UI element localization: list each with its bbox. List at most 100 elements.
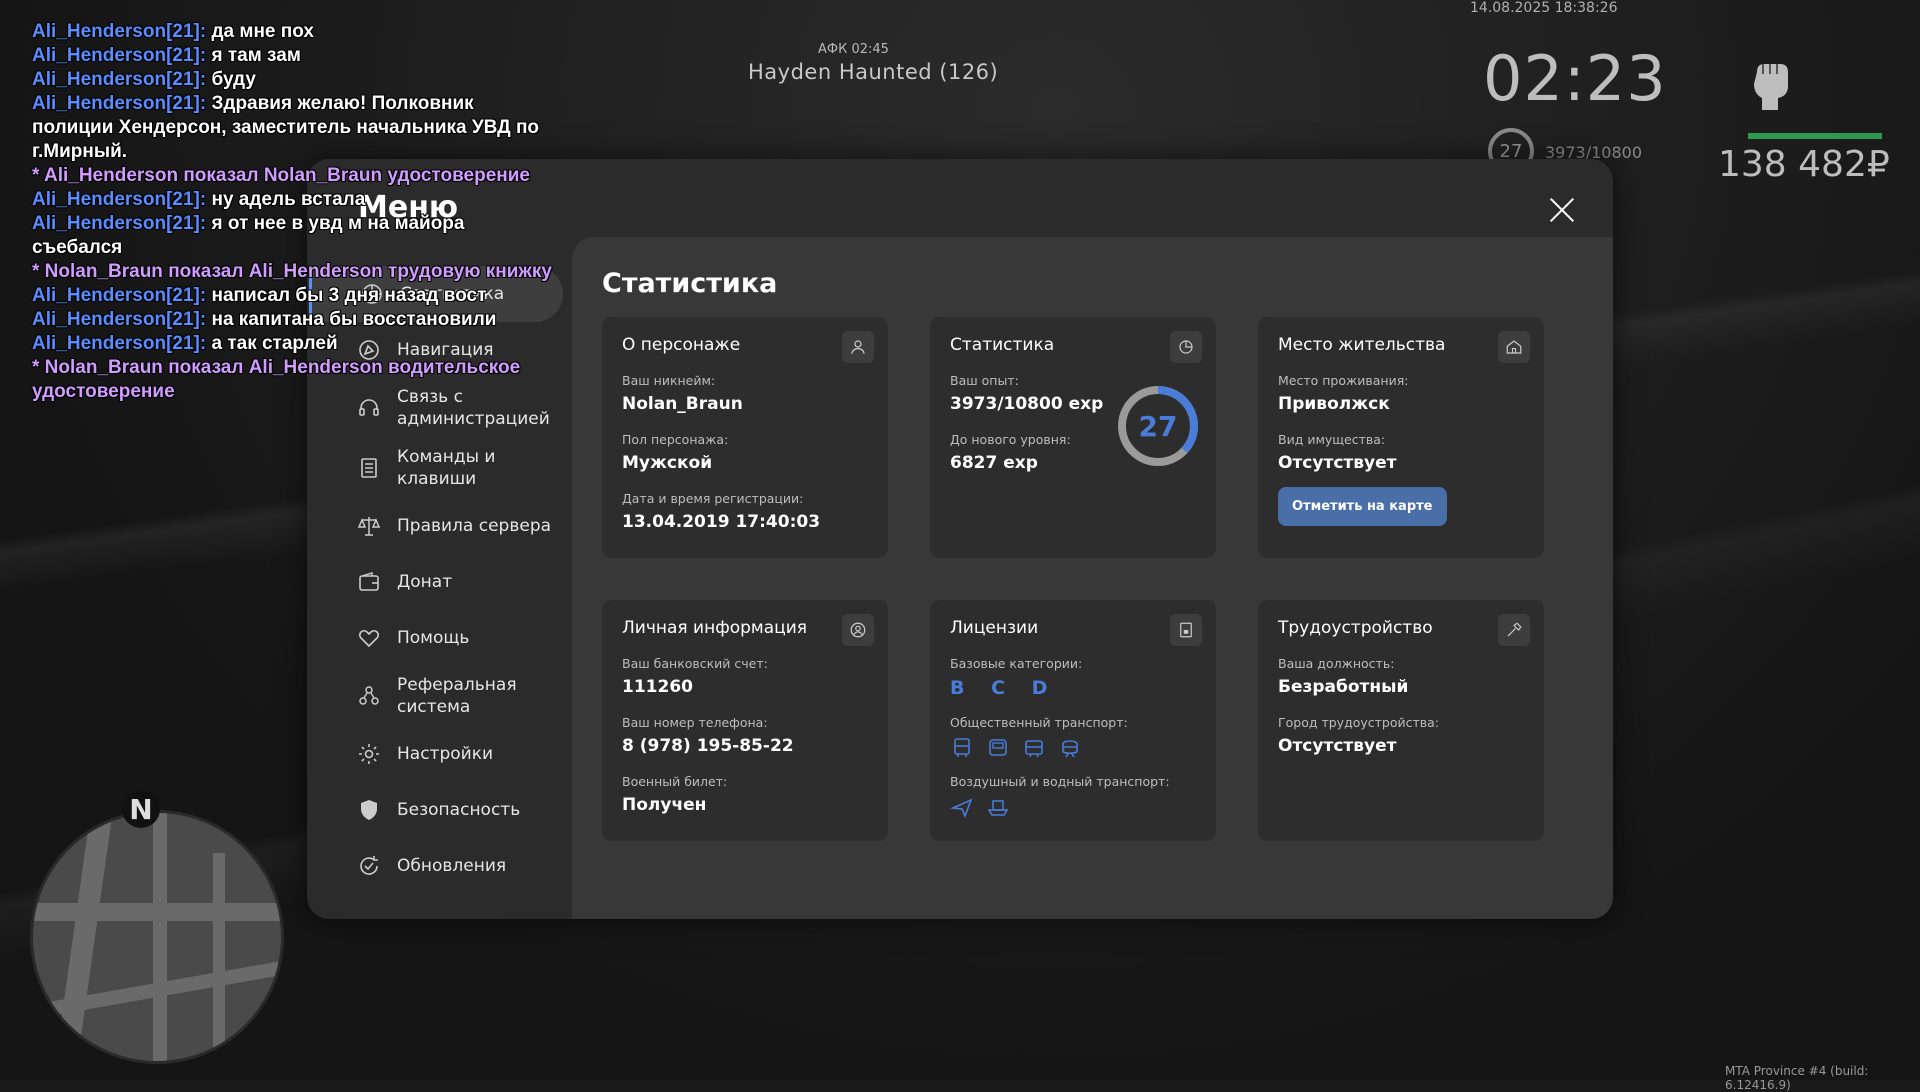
chat-action-text: * Nolan_Braun показал Ali_Henderson води…	[32, 357, 521, 402]
chat-nick: Ali_Henderson[21]:	[32, 21, 207, 42]
sidebar-item-settings[interactable]: Настройки	[309, 726, 563, 782]
chat-message-line: Ali_Henderson[21]: я там зам	[32, 44, 552, 68]
profile-circle-icon	[842, 614, 874, 646]
public-transport-label: Общественный транспорт:	[950, 715, 1128, 730]
chat-message-line: Ali_Henderson[21]: буду	[32, 68, 552, 92]
card-personal-info: Личная информация Ваш банковский счет: 1…	[602, 600, 888, 841]
position-value: Безработный	[1278, 677, 1409, 697]
sidebar-item-security[interactable]: Безопасность	[309, 782, 563, 838]
chat-nick: Ali_Henderson[21]:	[32, 69, 207, 90]
minimap	[30, 810, 284, 1064]
chat-text: а так старлей	[206, 333, 338, 354]
card-title: О персонаже	[622, 335, 741, 355]
military-value: Получен	[622, 795, 707, 815]
referral-icon	[359, 686, 379, 705]
sidebar-item-label: Безопасность	[397, 800, 521, 820]
card-residence: Место жительства Место проживания: Приво…	[1258, 317, 1544, 558]
chat-action-line: * Nolan_Braun показал Ali_Henderson води…	[32, 356, 552, 404]
build-info: MTA Province #4 (build: 6.12416.9)	[1725, 1064, 1869, 1092]
date-time: 14.08.2025 18:38:26	[1470, 0, 1618, 16]
chat-nick: Ali_Henderson[21]:	[32, 309, 207, 330]
phone-value: 8 (978) 195-85-22	[622, 736, 794, 756]
chat-text: да мне пох	[206, 21, 314, 42]
base-categories-label: Базовые категории:	[950, 656, 1083, 671]
handshake-icon	[358, 629, 380, 648]
base-categories-value: B C D	[950, 677, 1058, 699]
afk-status: АФК 02:45	[818, 42, 889, 57]
sidebar-item-referral[interactable]: Реферальная система	[309, 666, 563, 726]
sidebar-item-commands[interactable]: Команды и клавиши	[309, 438, 563, 498]
chat-message-line: Ali_Henderson[21]: я от нее в увд м на м…	[32, 212, 552, 260]
user-icon	[842, 331, 874, 363]
chat-nick: Ali_Henderson[21]:	[32, 285, 207, 306]
chat-message-line: Ali_Henderson[21]: на капитана бы восста…	[32, 308, 552, 332]
bank-label: Ваш банковский счет:	[622, 656, 768, 671]
game-clock: 02:23	[1483, 42, 1667, 115]
chat-nick: Ali_Henderson[21]:	[32, 45, 207, 66]
gender-label: Пол персонажа:	[622, 432, 729, 447]
registration-label: Дата и время регистрации:	[622, 491, 804, 506]
chat-text: на капитана бы восстановили	[206, 309, 497, 330]
property-value: Отсутствует	[1278, 453, 1397, 473]
card-title: Статистика	[950, 335, 1055, 355]
sidebar-item-label: Команды и клавиши	[397, 447, 496, 489]
chat-action-text: * Ali_Henderson показал Nolan_Braun удос…	[32, 165, 530, 186]
nickname-value: Nolan_Braun	[622, 394, 743, 414]
nickname-label: Ваш никнейм:	[622, 373, 716, 388]
chat-message-line: Ali_Henderson[21]: а так старлей	[32, 332, 552, 356]
hammer-icon	[1498, 614, 1530, 646]
gender-value: Мужской	[622, 453, 713, 473]
sidebar-item-label: Донат	[397, 572, 453, 592]
gear-icon	[359, 744, 379, 764]
sidebar-item-label: Правила сервера	[397, 516, 552, 536]
registration-value: 13.04.2019 17:40:03	[622, 512, 821, 532]
subway-icon	[1062, 740, 1078, 758]
chat-text: написал бы 3 дня назад вост	[206, 285, 487, 306]
chat-text: я там зам	[206, 45, 301, 66]
health-bar	[1748, 133, 1882, 139]
mark-on-map-button[interactable]: Отметить на карте	[1278, 487, 1447, 526]
sidebar-item-updates[interactable]: Обновления	[309, 838, 563, 894]
sidebar-item-help[interactable]: Помощь	[309, 610, 563, 666]
chat-nick: Ali_Henderson[21]:	[32, 333, 207, 354]
chat-log: Ali_Henderson[21]: да мне пох Ali_Henders…	[32, 20, 552, 404]
tram-icon	[1025, 740, 1043, 758]
public-transport-icons	[950, 736, 1196, 760]
card-title: Личная информация	[622, 618, 808, 638]
air-water-transport-icons	[950, 795, 1196, 819]
military-label: Военный билет:	[622, 774, 728, 789]
level-number: 27	[1138, 409, 1178, 443]
card-employment: Трудоустройство Ваша должность: Безработ…	[1258, 600, 1544, 841]
bus-icon	[954, 738, 970, 757]
air-water-transport-label: Воздушный и водный транспорт:	[950, 774, 1170, 789]
bank-value: 111260	[622, 677, 693, 697]
chat-message-line: Ali_Henderson[21]: написал бы 3 дня наза…	[32, 284, 552, 308]
trolleybus-icon	[989, 739, 1007, 756]
card-title: Место жительства	[1278, 335, 1446, 355]
sidebar-item-rules[interactable]: Правила сервера	[309, 498, 563, 554]
section-title: Статистика	[602, 268, 778, 299]
residence-label: Место проживания:	[1278, 373, 1409, 388]
sidebar-item-label: Обновления	[397, 856, 507, 876]
compass-north: N	[122, 790, 160, 828]
work-city-label: Город трудоустройства:	[1278, 715, 1440, 730]
license-icon	[1170, 614, 1202, 646]
card-title: Лицензии	[950, 618, 1039, 638]
close-icon[interactable]	[1546, 194, 1578, 226]
chat-text: ну адель встала	[206, 189, 366, 210]
chat-message-line: Ali_Henderson[21]: Здравия желаю! Полков…	[32, 92, 552, 164]
position-label: Ваша должность:	[1278, 656, 1395, 671]
fist-weapon-icon	[1754, 64, 1788, 110]
card-licenses: Лицензии Базовые категории: B C D Общест…	[930, 600, 1216, 841]
refresh-icon	[360, 856, 378, 875]
sidebar-item-donate[interactable]: Донат	[309, 554, 563, 610]
chat-action-line: * Ali_Henderson показал Nolan_Braun удос…	[32, 164, 552, 188]
plane-icon	[950, 798, 973, 819]
property-label: Вид имущества:	[1278, 432, 1386, 447]
money-display: 138 482₽	[1718, 144, 1890, 185]
chart-icon	[1170, 331, 1202, 363]
player-nametag: Hayden Haunted (126)	[748, 60, 999, 84]
scales-icon	[357, 517, 381, 536]
chat-text: буду	[206, 69, 256, 90]
work-city-value: Отсутствует	[1278, 736, 1397, 756]
